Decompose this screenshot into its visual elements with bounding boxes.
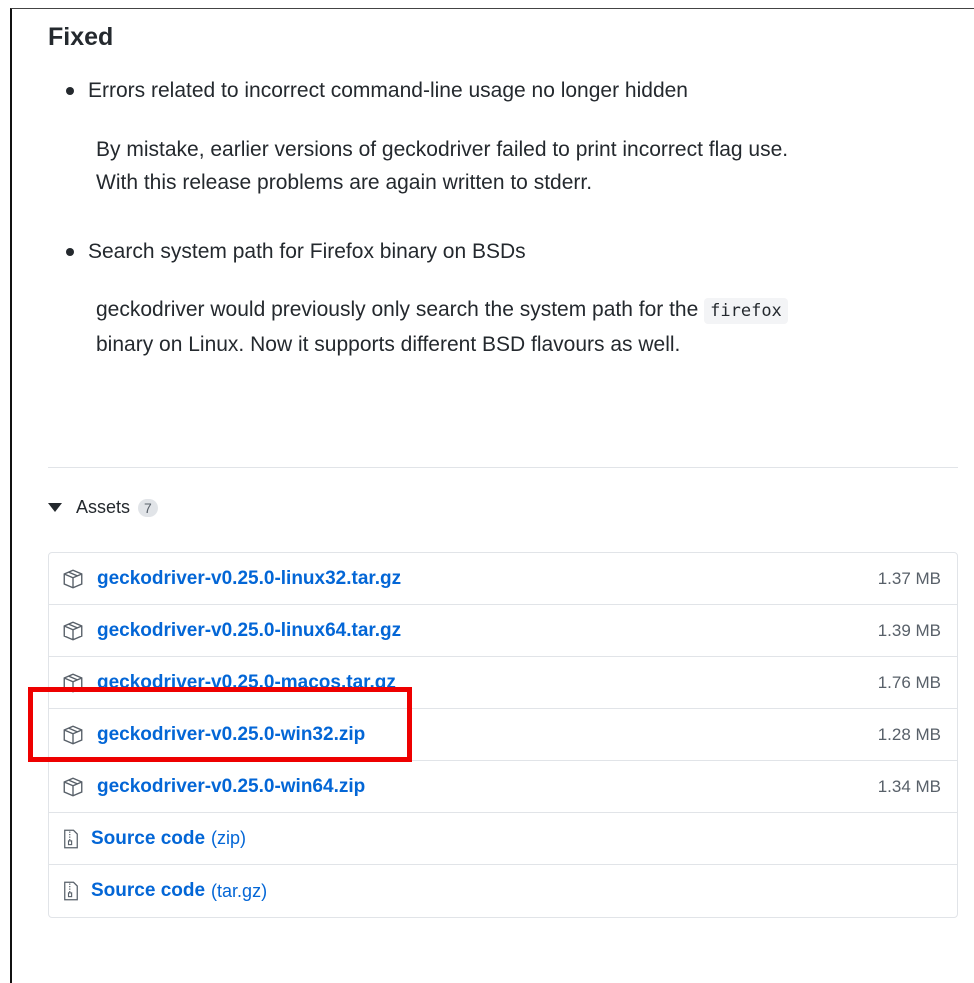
asset-row: geckodriver-v0.25.0-linux64.tar.gz 1.39 … [49,605,957,657]
caret-down-icon [48,503,62,512]
source-code-format[interactable]: (zip) [211,828,246,849]
bullet-dot [66,248,74,256]
bullet-text: Errors related to incorrect command-line… [88,79,688,102]
asset-row: Source code (zip) [49,813,957,865]
assets-count-badge: 7 [138,498,158,517]
inline-code: firefox [704,298,788,324]
asset-size: 1.34 MB [877,776,941,796]
assets-toggle[interactable]: Assets 7 [48,497,158,518]
file-zip-icon [64,881,78,901]
paragraph-text: binary on Linux. Now it supports differe… [96,333,681,356]
source-code-link[interactable]: Source code [91,828,205,850]
page-frame: Fixed Errors related to incorrect comman… [10,8,974,983]
asset-link[interactable]: geckodriver-v0.25.0-linux32.tar.gz [97,568,401,590]
asset-link[interactable]: geckodriver-v0.25.0-linux64.tar.gz [97,620,401,642]
bullet-dot [66,87,74,95]
asset-size: 1.37 MB [877,568,941,588]
asset-row: Source code (tar.gz) [49,865,957,917]
bullet-item-1: Errors related to incorrect command-line… [66,79,688,103]
asset-row: geckodriver-v0.25.0-linux32.tar.gz 1.37 … [49,553,957,605]
source-code-link[interactable]: Source code [91,880,205,902]
asset-link[interactable]: geckodriver-v0.25.0-win64.zip [97,776,365,798]
bullet-paragraph-1: By mistake, earlier versions of geckodri… [96,138,789,194]
paragraph-text: geckodriver would previously only search… [96,298,699,321]
asset-size: 1.39 MB [877,620,941,640]
highlight-box [28,687,412,762]
file-zip-icon [64,829,78,848]
source-code-format[interactable]: (tar.gz) [211,881,267,902]
section-title: Fixed [48,23,114,51]
package-icon [63,621,83,640]
asset-row: geckodriver-v0.25.0-win64.zip 1.34 MB [49,761,957,813]
asset-size: 1.76 MB [877,672,941,692]
bullet-text: Search system path for Firefox binary on… [88,240,526,263]
package-icon [63,569,83,588]
bullet-item-2: Search system path for Firefox binary on… [66,240,526,264]
package-icon [63,777,83,796]
asset-size: 1.28 MB [877,724,941,744]
divider [48,467,958,468]
assets-label: Assets [76,497,131,517]
bullet-paragraph-2: geckodriver would previously only search… [96,293,816,361]
